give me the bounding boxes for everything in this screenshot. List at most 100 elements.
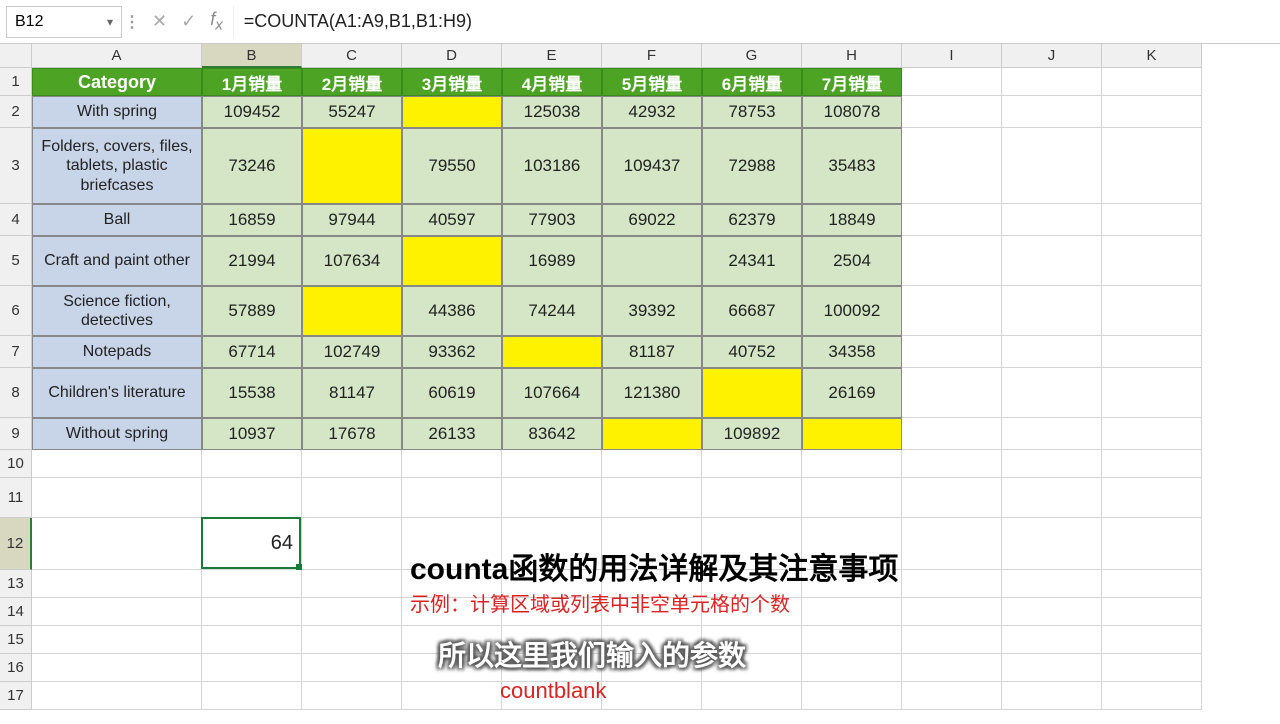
cell-A16[interactable] (32, 654, 202, 682)
cell-D9[interactable]: 26133 (402, 418, 502, 450)
cell-A12[interactable] (32, 518, 202, 570)
cell-I9[interactable] (902, 418, 1002, 450)
cell-I16[interactable] (902, 654, 1002, 682)
cell-B13[interactable] (202, 570, 302, 598)
cell-A17[interactable] (32, 682, 202, 710)
row-header-1[interactable]: 1 (0, 68, 32, 96)
cell-H7[interactable]: 34358 (802, 336, 902, 368)
cell-J15[interactable] (1002, 626, 1102, 654)
cell-C11[interactable] (302, 478, 402, 518)
cell-J5[interactable] (1002, 236, 1102, 286)
cell-A11[interactable] (32, 478, 202, 518)
cell-C10[interactable] (302, 450, 402, 478)
cell-A1[interactable]: Category (32, 68, 202, 96)
cell-K15[interactable] (1102, 626, 1202, 654)
cell-F6[interactable]: 39392 (602, 286, 702, 336)
cell-A2[interactable]: With spring (32, 96, 202, 128)
cell-K10[interactable] (1102, 450, 1202, 478)
cell-E5[interactable]: 16989 (502, 236, 602, 286)
cell-B15[interactable] (202, 626, 302, 654)
row-header-6[interactable]: 6 (0, 286, 32, 336)
cell-A15[interactable] (32, 626, 202, 654)
cell-F7[interactable]: 81187 (602, 336, 702, 368)
col-header-F[interactable]: F (602, 44, 702, 68)
col-header-E[interactable]: E (502, 44, 602, 68)
cell-J12[interactable] (1002, 518, 1102, 570)
row-header-17[interactable]: 17 (0, 682, 32, 710)
cell-H15[interactable] (802, 626, 902, 654)
cell-K3[interactable] (1102, 128, 1202, 204)
cell-H11[interactable] (802, 478, 902, 518)
cell-H8[interactable]: 26169 (802, 368, 902, 418)
cell-C17[interactable] (302, 682, 402, 710)
cell-K17[interactable] (1102, 682, 1202, 710)
cell-B14[interactable] (202, 598, 302, 626)
name-box[interactable]: B12 ▾ (6, 6, 122, 38)
cell-C1[interactable]: 2月销量 (302, 68, 402, 96)
cell-I17[interactable] (902, 682, 1002, 710)
cell-C4[interactable]: 97944 (302, 204, 402, 236)
cell-H16[interactable] (802, 654, 902, 682)
cell-J14[interactable] (1002, 598, 1102, 626)
cell-G10[interactable] (702, 450, 802, 478)
cell-A5[interactable]: Craft and paint other (32, 236, 202, 286)
cell-J8[interactable] (1002, 368, 1102, 418)
row-header-9[interactable]: 9 (0, 418, 32, 450)
cell-I14[interactable] (902, 598, 1002, 626)
cell-B12[interactable]: 64 (202, 518, 302, 570)
cell-J2[interactable] (1002, 96, 1102, 128)
cell-C13[interactable] (302, 570, 402, 598)
chevron-down-icon[interactable]: ▾ (107, 15, 113, 29)
cell-C8[interactable]: 81147 (302, 368, 402, 418)
cell-E7[interactable] (502, 336, 602, 368)
cell-F17[interactable] (602, 682, 702, 710)
cell-I1[interactable] (902, 68, 1002, 96)
accept-icon[interactable]: ✓ (181, 11, 196, 32)
cell-E10[interactable] (502, 450, 602, 478)
cell-H10[interactable] (802, 450, 902, 478)
cell-F2[interactable]: 42932 (602, 96, 702, 128)
cell-K4[interactable] (1102, 204, 1202, 236)
col-header-D[interactable]: D (402, 44, 502, 68)
cell-E1[interactable]: 4月销量 (502, 68, 602, 96)
cell-I5[interactable] (902, 236, 1002, 286)
row-header-10[interactable]: 10 (0, 450, 32, 478)
cell-K9[interactable] (1102, 418, 1202, 450)
cell-F8[interactable]: 121380 (602, 368, 702, 418)
cell-B7[interactable]: 67714 (202, 336, 302, 368)
cell-F11[interactable] (602, 478, 702, 518)
cell-J13[interactable] (1002, 570, 1102, 598)
cell-E11[interactable] (502, 478, 602, 518)
row-header-15[interactable]: 15 (0, 626, 32, 654)
cell-K7[interactable] (1102, 336, 1202, 368)
cell-J6[interactable] (1002, 286, 1102, 336)
cell-K1[interactable] (1102, 68, 1202, 96)
cell-I11[interactable] (902, 478, 1002, 518)
cell-B1[interactable]: 1月销量 (202, 68, 302, 96)
cell-I7[interactable] (902, 336, 1002, 368)
row-header-5[interactable]: 5 (0, 236, 32, 286)
row-header-7[interactable]: 7 (0, 336, 32, 368)
cell-D4[interactable]: 40597 (402, 204, 502, 236)
cell-A6[interactable]: Science fiction, detectives (32, 286, 202, 336)
cell-J1[interactable] (1002, 68, 1102, 96)
cell-E3[interactable]: 103186 (502, 128, 602, 204)
col-header-G[interactable]: G (702, 44, 802, 68)
cell-I4[interactable] (902, 204, 1002, 236)
cell-D8[interactable]: 60619 (402, 368, 502, 418)
cell-A13[interactable] (32, 570, 202, 598)
cell-K2[interactable] (1102, 96, 1202, 128)
cell-C14[interactable] (302, 598, 402, 626)
cell-D11[interactable] (402, 478, 502, 518)
cell-C7[interactable]: 102749 (302, 336, 402, 368)
cell-B3[interactable]: 73246 (202, 128, 302, 204)
cell-C5[interactable]: 107634 (302, 236, 402, 286)
cell-B9[interactable]: 10937 (202, 418, 302, 450)
cell-C3[interactable] (302, 128, 402, 204)
cell-B16[interactable] (202, 654, 302, 682)
cell-C9[interactable]: 17678 (302, 418, 402, 450)
cell-D7[interactable]: 93362 (402, 336, 502, 368)
cell-K11[interactable] (1102, 478, 1202, 518)
cell-B17[interactable] (202, 682, 302, 710)
formula-input[interactable]: =COUNTA(A1:A9,B1,B1:H9) (233, 6, 1280, 38)
